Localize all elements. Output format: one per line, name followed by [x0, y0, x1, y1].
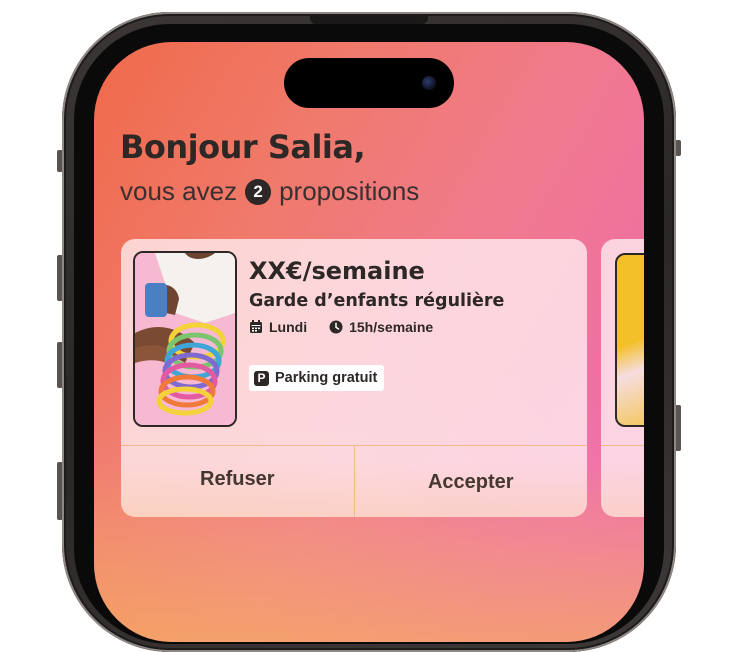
child-with-slinky-image: [135, 253, 235, 425]
dynamic-island: [284, 58, 454, 108]
parking-perk-badge: P Parking gratuit: [249, 365, 385, 391]
phone-earpiece: [310, 14, 428, 24]
offer-schedule: Lundi 15h/semaine: [249, 319, 433, 335]
next-offer-divider: [601, 445, 644, 446]
proposal-count-badge: 2: [245, 178, 272, 205]
calendar-icon: [250, 320, 262, 333]
offer-price: XX€/semaine: [249, 257, 425, 285]
parking-perk-label: Parking gratuit: [275, 370, 378, 386]
offer-card[interactable]: XX€/semaine Garde d’enfants régulière Lu…: [121, 239, 587, 517]
next-offer-card[interactable]: [601, 239, 644, 517]
offer-job-type: Garde d’enfants régulière: [249, 291, 505, 311]
offer-photo: [133, 251, 237, 427]
offer-day: Lundi: [269, 319, 308, 335]
offer-hours: 15h/semaine: [349, 319, 434, 335]
refuse-button[interactable]: Refuser: [121, 446, 355, 517]
greeting-title: Bonjour Salia,: [120, 128, 366, 166]
offer-actions: Refuser Accepter: [121, 445, 587, 517]
subtitle-prefix: vous avez: [120, 176, 238, 206]
accept-button[interactable]: Accepter: [355, 446, 588, 517]
next-offer-photo: [615, 253, 644, 427]
front-camera-icon: [422, 76, 436, 90]
clock-icon: [329, 320, 343, 334]
parking-icon: P: [254, 370, 269, 386]
proposals-subtitle: vous avez 2 propositions: [120, 176, 419, 207]
subtitle-suffix: propositions: [279, 176, 420, 206]
app-screen: Bonjour Salia, vous avez 2 propositions: [94, 42, 644, 642]
